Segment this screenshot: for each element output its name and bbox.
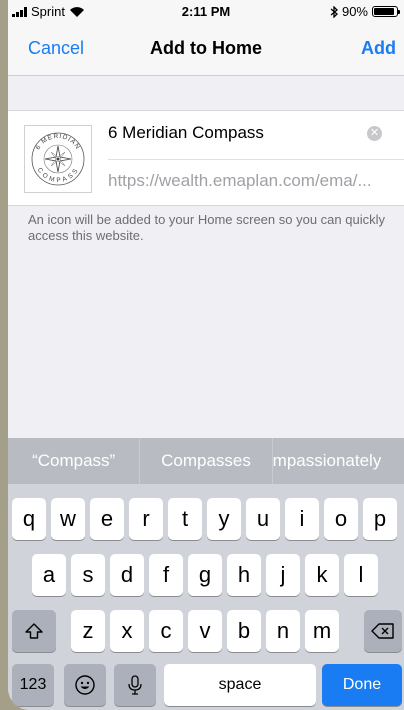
bookmark-name-input[interactable] bbox=[108, 123, 348, 143]
numbers-key[interactable]: 123 bbox=[12, 664, 54, 706]
key-g[interactable]: g bbox=[188, 554, 222, 596]
key-q[interactable]: q bbox=[12, 498, 46, 540]
help-text: An icon will be added to your Home scree… bbox=[28, 212, 385, 243]
key-b[interactable]: b bbox=[227, 610, 261, 652]
site-logo: 6 MERIDIAN COMPASS bbox=[24, 125, 92, 193]
suggestion-1[interactable]: “Compass” bbox=[8, 438, 141, 484]
key-d[interactable]: d bbox=[110, 554, 144, 596]
key-a[interactable]: a bbox=[32, 554, 66, 596]
key-n[interactable]: n bbox=[266, 610, 300, 652]
navigation-bar: Cancel Add to Home Add bbox=[8, 22, 404, 76]
shift-icon bbox=[25, 623, 43, 639]
key-f[interactable]: f bbox=[149, 554, 183, 596]
key-i[interactable]: i bbox=[285, 498, 319, 540]
svg-text:6 MERIDIAN: 6 MERIDIAN bbox=[35, 133, 82, 151]
key-r[interactable]: r bbox=[129, 498, 163, 540]
dictation-key[interactable] bbox=[114, 664, 156, 706]
battery-percent: 90% bbox=[341, 4, 368, 19]
suggestion-2[interactable]: Compasses bbox=[140, 438, 273, 484]
status-bar: Sprint 2:11 PM 90% bbox=[8, 0, 404, 22]
emoji-icon bbox=[75, 675, 95, 695]
key-h[interactable]: h bbox=[227, 554, 261, 596]
cancel-button[interactable]: Cancel bbox=[28, 38, 84, 59]
field-divider bbox=[108, 159, 404, 160]
key-v[interactable]: v bbox=[188, 610, 222, 652]
phone-screen: Sprint 2:11 PM 90% Cancel Add to Home Ad… bbox=[8, 0, 404, 710]
key-k[interactable]: k bbox=[305, 554, 339, 596]
key-m[interactable]: m bbox=[305, 610, 339, 652]
bookmark-card: 6 MERIDIAN COMPASS ✕ https://wealth.emap… bbox=[8, 110, 404, 206]
add-button[interactable]: Add bbox=[361, 38, 396, 59]
key-w[interactable]: w bbox=[51, 498, 85, 540]
battery-icon bbox=[372, 6, 400, 17]
key-z[interactable]: z bbox=[71, 610, 105, 652]
compass-logo-icon: 6 MERIDIAN COMPASS bbox=[31, 132, 85, 186]
key-t[interactable]: t bbox=[168, 498, 202, 540]
key-o[interactable]: o bbox=[324, 498, 358, 540]
key-y[interactable]: y bbox=[207, 498, 241, 540]
svg-text:COMPASS: COMPASS bbox=[36, 167, 81, 184]
status-right: 90% bbox=[330, 4, 400, 19]
space-key[interactable]: space bbox=[164, 664, 316, 706]
key-e[interactable]: e bbox=[90, 498, 124, 540]
key-p[interactable]: p bbox=[363, 498, 397, 540]
bluetooth-icon bbox=[330, 5, 338, 18]
emoji-key[interactable] bbox=[64, 664, 106, 706]
backspace-key[interactable] bbox=[364, 610, 402, 652]
key-l[interactable]: l bbox=[344, 554, 378, 596]
clear-text-icon[interactable]: ✕ bbox=[367, 126, 382, 141]
suggestion-3[interactable]: mpassionately bbox=[273, 438, 404, 484]
microphone-icon bbox=[128, 675, 142, 695]
key-s[interactable]: s bbox=[71, 554, 105, 596]
key-u[interactable]: u bbox=[246, 498, 280, 540]
key-j[interactable]: j bbox=[266, 554, 300, 596]
key-x[interactable]: x bbox=[110, 610, 144, 652]
keyboard: “Compass” Compasses mpassionately qwerty… bbox=[8, 438, 404, 710]
done-key[interactable]: Done bbox=[322, 664, 402, 706]
backspace-icon bbox=[371, 623, 394, 639]
shift-key[interactable] bbox=[12, 610, 56, 652]
key-c[interactable]: c bbox=[149, 610, 183, 652]
suggestion-bar: “Compass” Compasses mpassionately bbox=[8, 438, 404, 484]
bookmark-url: https://wealth.emaplan.com/ema/... bbox=[108, 171, 372, 190]
